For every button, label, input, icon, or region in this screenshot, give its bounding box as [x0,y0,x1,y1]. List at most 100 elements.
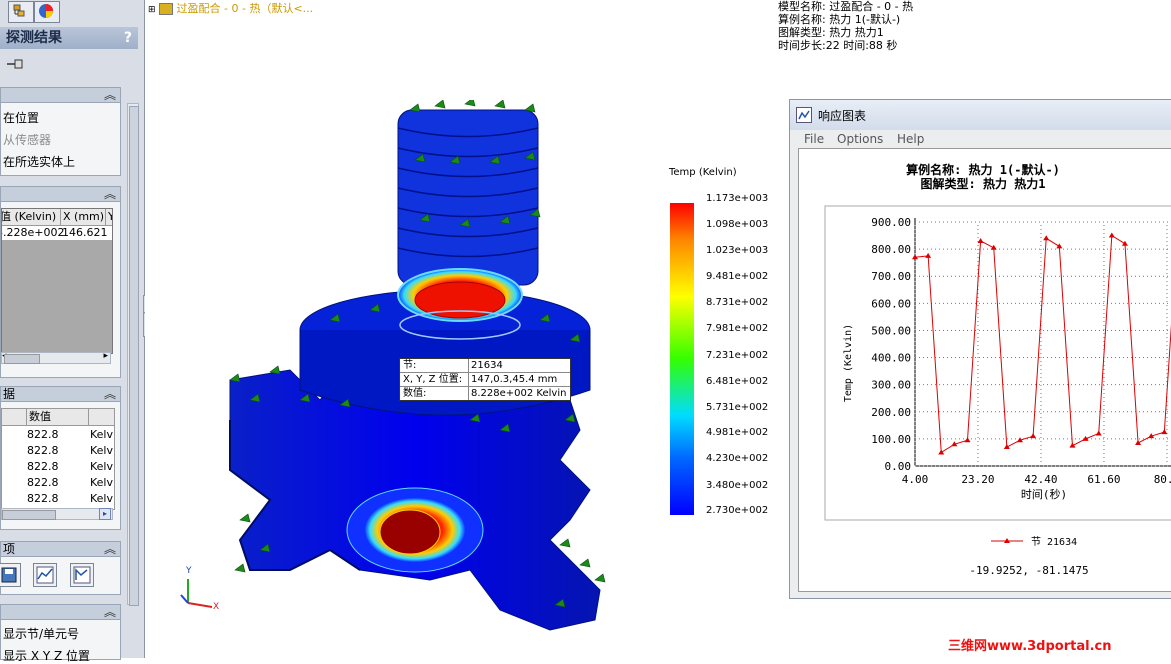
part-name: 过盈配合 - 0 - 热（默认<... [176,2,314,15]
chart-title: 算例名称: 热力 1(-默认-) [906,162,1060,177]
watermark: 三维网www.3dportal.cn [948,639,1112,654]
y-tick-label: 700.00 [871,270,911,283]
save-icon[interactable] [0,563,21,587]
option-on-selected-entities[interactable]: 在所选实体上 [3,153,75,170]
cell-value: 8.228e+002 [1,226,65,239]
legend-tick: 1.098e+003 [706,219,769,230]
legend-tick: 1.023e+003 [706,245,769,256]
legend-tick: 1.173e+003 [706,193,769,204]
legend-tick: 9.481e+002 [706,271,769,282]
options-group-header[interactable]: ︽ [0,87,121,103]
legend-tick: 4.981e+002 [706,427,769,438]
data-group: 数值 822.8 Kelv 822.8 Kelv 822.8 Kelv 822.… [0,402,121,530]
cell-value: 822.8 [27,476,59,489]
table-row[interactable]: 822.8 Kelv [2,460,114,476]
table-row[interactable]: 822.8 Kelv [2,476,114,492]
triad-x-label: X [213,602,220,612]
results-table: 值 (Kelvin) X (mm) Y 8.228e+002 146.621 [1,208,113,354]
option-at-location[interactable]: 在位置 [3,109,39,126]
legend-color-bar [670,203,694,515]
option-from-sensor: 从传感器 [3,133,52,147]
data-group-title: 据 [3,387,16,401]
legend-tick: 3.480e+002 [706,480,769,491]
cell-unit: Kelv [90,476,113,489]
chart-subtitle: 图解类型: 热力 热力1 [921,176,1046,191]
cell-unit: Kelv [90,428,113,441]
probe-node-row: 节: 21634 [400,359,570,373]
cell-value: 822.8 [27,460,59,473]
y-tick-label: 100.00 [871,433,911,446]
y-tick-label: 400.00 [871,352,911,365]
feature-tree-root[interactable]: ⊞ 过盈配合 - 0 - 热（默认<... [148,0,313,16]
response-chart[interactable]: 算例名称: 热力 1(-默认-) 图解类型: 热力 热力1 0.00 100.00… [799,149,1171,593]
feature-manager-tab-icon[interactable] [8,1,34,23]
response-graph-window[interactable]: 响应图表 File Options Help 算例名称: 热力 1(-默认-) … [789,99,1171,599]
x-tick-label: 4.00 [902,473,929,486]
results-group-header[interactable]: ︽ [0,186,121,202]
col-unit[interactable] [88,409,89,425]
scroll-right-icon[interactable]: ▸ [103,351,108,361]
pin-icon[interactable] [5,56,25,73]
annotations-group: 显示节/单元号 显示 X Y Z 位置 [0,620,121,663]
probe-value-row: 数值: 8.228e+002 Kelvin [400,387,570,400]
table-row[interactable]: 822.8 Kelv [2,428,114,444]
probe-position-value: 147,0.3,45.4 mm [468,373,557,386]
response-graph-icon[interactable] [70,563,94,587]
menu-help[interactable]: Help [897,132,924,146]
collapse-icon[interactable]: ︽ [104,540,116,557]
legend-tick: 4.230e+002 [706,453,769,464]
show-node-number-option[interactable]: 显示节/单元号 [3,625,79,642]
show-xyz-option[interactable]: 显示 X Y Z 位置 [3,647,90,664]
col-y[interactable]: Y [105,209,112,225]
probe-position-row: X, Y, Z 位置: 147,0.3,45.4 mm [400,373,570,387]
cursor-readout: -19.9252, -81.1475 [969,564,1088,577]
collapse-icon[interactable]: ︽ [104,185,116,202]
graph-window-titlebar[interactable]: 响应图表 [790,100,1171,130]
collapse-icon[interactable]: ︽ [104,385,116,402]
expand-icon[interactable]: ⊞ [148,5,156,15]
probe-position-label: X, Y, Z 位置: [403,374,463,385]
probe-value-label: 数值: [403,388,427,399]
cell-x: 146.621 [62,226,108,239]
collapse-icon[interactable]: ︽ [104,86,116,103]
chart-legend: 节 21634 [991,536,1077,548]
legend-tick: 2.730e+002 [706,505,769,516]
plot-info: 模型名称: 过盈配合 - 0 - 热 算例名称: 热力 1(-默认-) 图解类型… [778,0,913,52]
legend-tick: 6.481e+002 [706,376,769,387]
scroll-right-icon[interactable]: ▸ [99,508,111,520]
col-x[interactable]: X (mm) [60,209,104,225]
y-tick-label: 500.00 [871,324,911,337]
cell-value: 822.8 [27,428,59,441]
cell-unit: Kelv [90,444,113,457]
legend-tick: 8.731e+002 [706,297,769,308]
y-axis-label: Temp (Kelvin) [843,324,854,402]
options2-group-header[interactable]: 项 ︽ [0,541,121,557]
scroll-thumb[interactable] [2,510,56,520]
results-hscroll[interactable]: ◂ ▸ [1,351,111,364]
x-tick-label: 61.60 [1087,473,1120,486]
help-icon[interactable]: ? [124,27,132,49]
probe-node-label: 节: [403,360,417,371]
table-row[interactable]: 8.228e+002 146.621 [2,226,112,240]
table-row[interactable]: 822.8 Kelv [2,492,114,508]
menu-file[interactable]: File [804,132,824,146]
scroll-thumb[interactable] [129,106,139,606]
simulation-tab-icon[interactable] [34,1,60,23]
annotations-group-header[interactable]: ︽ [0,604,121,620]
results-table-header: 值 (Kelvin) X (mm) Y [2,209,112,226]
plot-type-line: 图解类型: 热力 热力1 [778,26,884,39]
panel-vscroll[interactable] [127,103,139,606]
data-group-header[interactable]: 据 ︽ [0,386,121,402]
data-hscroll[interactable]: ▸ [1,508,113,520]
x-axis-label: 时间(秒) [1021,487,1067,501]
graph-window-icon [796,107,812,123]
y-tick-label: 800.00 [871,243,911,256]
collapse-icon[interactable]: ︽ [104,603,116,620]
table-row[interactable]: 822.8 Kelv [2,444,114,460]
scroll-thumb[interactable] [4,354,40,364]
graph-canvas: 算例名称: 热力 1(-默认-) 图解类型: 热力 热力1 0.00 100.00… [798,148,1171,592]
menu-options[interactable]: Options [837,132,883,146]
plot-icon[interactable] [33,563,57,587]
col-numeric-value[interactable]: 数值 [26,409,51,425]
col-value[interactable]: 值 (Kelvin) [2,209,56,225]
